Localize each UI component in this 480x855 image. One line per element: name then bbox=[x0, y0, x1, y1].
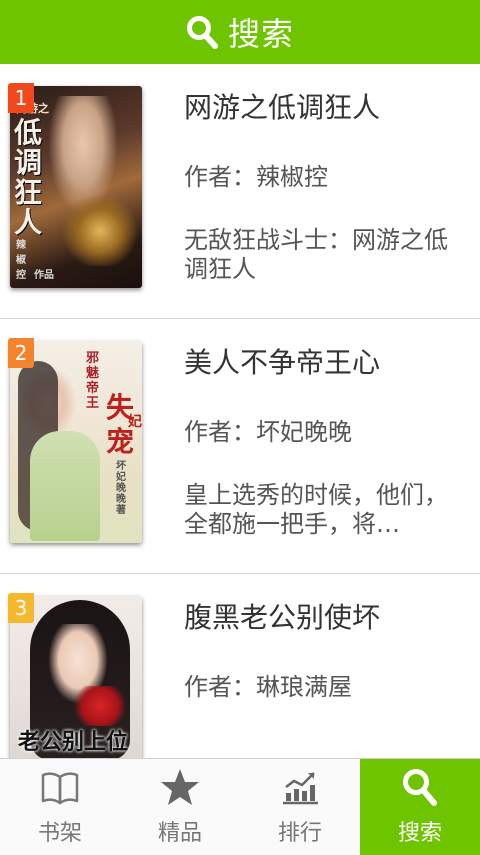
rank-badge: 1 bbox=[8, 83, 34, 113]
search-icon bbox=[186, 15, 218, 49]
book-title[interactable]: 美人不争帝王心 bbox=[184, 345, 456, 381]
tab-label: 书架 bbox=[37, 821, 82, 846]
header-bar: 搜索 bbox=[0, 0, 480, 64]
book-author: 作者：辣椒控 bbox=[184, 163, 328, 191]
tab-label: 搜索 bbox=[397, 821, 442, 846]
book-cover[interactable]: 邪魅帝王 失宠 妃 坏妃晚晚著 bbox=[10, 341, 142, 543]
book-author: 作者：琳琅满屋 bbox=[184, 673, 352, 701]
cover-title-text: 低调狂人 bbox=[14, 116, 43, 239]
book-title[interactable]: 腹黑老公别使坏 bbox=[184, 600, 456, 636]
tab-label: 排行 bbox=[277, 821, 322, 846]
bottom-tab-bar: 书架 精品 排行 搜索 bbox=[0, 758, 480, 855]
book-author: 作者：坏妃晚晚 bbox=[184, 418, 352, 446]
tab-bookshelf[interactable]: 书架 bbox=[0, 759, 120, 855]
list-item[interactable]: 3 老公别上位 腹黑老公别使坏 作者：琳琅满屋 bbox=[0, 574, 480, 758]
book-description: 无敌狂战斗士：网游之低调狂人 bbox=[184, 226, 448, 283]
star-icon bbox=[159, 767, 201, 811]
rank-badge: 3 bbox=[8, 593, 34, 623]
search-results-list[interactable]: 1 网游之 低调狂人 辣椒控 作品 网游之低调狂人 作者：辣椒控 无敌狂战斗士：… bbox=[0, 64, 480, 758]
list-item[interactable]: 2 邪魅帝王 失宠 妃 坏妃晚晚著 美人不争帝王心 作者：坏妃晚晚 皇上选秀的时… bbox=[0, 319, 480, 574]
book-cover[interactable]: 网游之 低调狂人 辣椒控 作品 bbox=[10, 86, 142, 288]
tab-search[interactable]: 搜索 bbox=[360, 759, 480, 855]
list-item[interactable]: 1 网游之 低调狂人 辣椒控 作品 网游之低调狂人 作者：辣椒控 无敌狂战斗士：… bbox=[0, 64, 480, 319]
page-title: 搜索 bbox=[227, 15, 294, 53]
tab-ranking[interactable]: 排行 bbox=[240, 759, 360, 855]
rank-badge: 2 bbox=[8, 338, 34, 368]
tab-label: 精品 bbox=[157, 821, 202, 846]
search-icon bbox=[401, 767, 439, 811]
chart-icon bbox=[280, 767, 320, 811]
book-icon bbox=[40, 767, 80, 811]
book-title[interactable]: 网游之低调狂人 bbox=[184, 90, 456, 126]
tab-featured[interactable]: 精品 bbox=[120, 759, 240, 855]
cover-title-text: 老公别上位 bbox=[18, 729, 129, 755]
book-description: 皇上选秀的时候，他们，全都施一把手，将… bbox=[184, 481, 448, 538]
